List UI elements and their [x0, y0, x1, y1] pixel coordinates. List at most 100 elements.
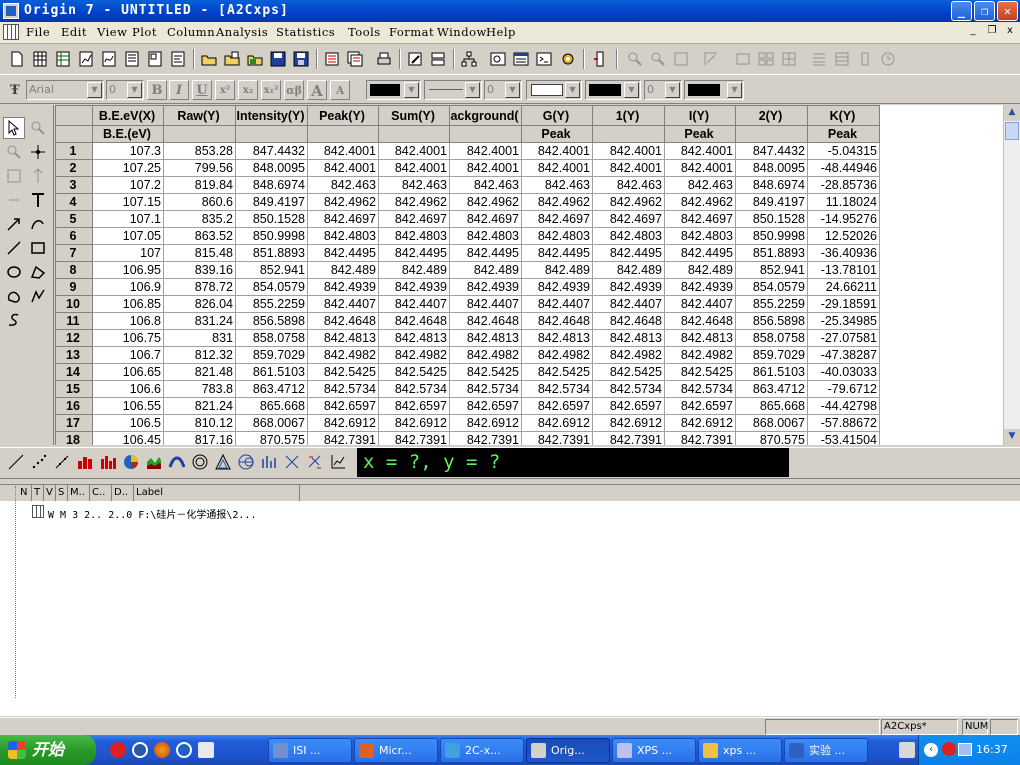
table-cell[interactable]: 865.668 — [735, 397, 808, 415]
table-cell[interactable]: 870.575 — [235, 431, 308, 445]
chevron-down-icon[interactable]: ▼ — [404, 82, 419, 98]
project-explorer-icon[interactable] — [458, 48, 480, 70]
menu-file[interactable]: File — [26, 25, 50, 39]
arrow-tool-icon[interactable] — [3, 213, 25, 235]
table-cell[interactable]: 810.12 — [163, 414, 236, 432]
table-cell[interactable]: 842.4962 — [307, 193, 379, 211]
worksheet-icon[interactable] — [3, 24, 19, 40]
code-builder-icon[interactable] — [533, 48, 555, 70]
table-cell[interactable]: -25.34985 — [807, 312, 880, 330]
column-header[interactable]: 2(Y) — [735, 105, 808, 126]
row-header[interactable]: 8 — [55, 261, 93, 279]
explorer-col-header[interactable]: S — [56, 485, 68, 501]
table-cell[interactable]: 842.4001 — [378, 142, 450, 160]
fill-pattern-select[interactable]: ▼ — [526, 80, 582, 100]
curved-arrow-icon[interactable] — [27, 213, 49, 235]
pointer-icon[interactable] — [3, 117, 25, 139]
explorer-row[interactable]: W M 3 2.. 2..0 F:\硅片－化学通报\2... — [48, 506, 256, 521]
table-cell[interactable]: 842.4495 — [449, 244, 522, 262]
minimize-button[interactable]: _ — [951, 1, 972, 21]
table-cell[interactable]: 854.0579 — [235, 278, 308, 296]
data-reader-icon[interactable] — [27, 165, 49, 187]
taskbar-task[interactable]: ISI ... — [268, 738, 352, 763]
table-cell[interactable]: 11.18024 — [807, 193, 880, 211]
script-window-icon[interactable] — [510, 48, 532, 70]
table-cell[interactable]: 842.463 — [592, 176, 665, 194]
zoom-out-tool-icon[interactable] — [3, 141, 25, 163]
new-worksheet-icon[interactable] — [29, 48, 51, 70]
table-cell[interactable]: 852.941 — [735, 261, 808, 279]
table-cell[interactable]: 848.0095 — [735, 159, 808, 177]
data-selector-icon[interactable] — [3, 189, 25, 211]
table-icon[interactable] — [831, 48, 853, 70]
table-cell[interactable]: 842.463 — [664, 176, 736, 194]
table-cell[interactable]: 842.4001 — [664, 142, 736, 160]
quicklaunch-icon[interactable] — [132, 742, 148, 758]
table-cell[interactable]: 799.56 — [163, 159, 236, 177]
table-cell[interactable]: -47.38287 — [807, 346, 880, 364]
taskbar-task[interactable]: Orig... — [526, 738, 610, 763]
table-cell[interactable]: 851.8893 — [235, 244, 308, 262]
table-cell[interactable]: 861.5103 — [235, 363, 308, 381]
menu-help[interactable]: Help — [486, 25, 516, 39]
table-cell[interactable]: 106.9 — [92, 278, 164, 296]
decrease-font-button[interactable]: A — [330, 80, 350, 100]
table-cell[interactable]: 842.489 — [378, 261, 450, 279]
table-cell[interactable]: 842.4803 — [307, 227, 379, 245]
table-cell[interactable]: 842.4939 — [592, 278, 665, 296]
table-cell[interactable]: 842.4001 — [307, 159, 379, 177]
row-header[interactable]: 14 — [55, 363, 93, 381]
table-cell[interactable]: 842.4697 — [592, 210, 665, 228]
table-cell[interactable]: 842.4495 — [521, 244, 593, 262]
table-cell[interactable]: 831.24 — [163, 312, 236, 330]
taskbar-task[interactable]: XPS ... — [612, 738, 696, 763]
table-cell[interactable]: 842.4962 — [378, 193, 450, 211]
table-cell[interactable]: 842.463 — [378, 176, 450, 194]
table-cell[interactable]: 106.45 — [92, 431, 164, 445]
table-cell[interactable]: 865.668 — [235, 397, 308, 415]
row-header[interactable]: 3 — [55, 176, 93, 194]
column-header[interactable]: Peak(Y) — [307, 105, 379, 126]
network-icon[interactable] — [958, 743, 972, 756]
table-cell[interactable]: 842.4803 — [521, 227, 593, 245]
row-header[interactable]: 6 — [55, 227, 93, 245]
column-label[interactable]: B.E.(eV) — [92, 125, 164, 143]
explorer-splitter[interactable] — [6, 486, 16, 698]
table-cell[interactable]: 842.4697 — [449, 210, 522, 228]
table-cell[interactable]: 859.7029 — [235, 346, 308, 364]
font-name-select[interactable]: Arial ▼ — [26, 80, 104, 100]
table-cell[interactable]: 850.1528 — [735, 210, 808, 228]
merge-icon[interactable] — [755, 48, 777, 70]
table-cell[interactable]: 831 — [163, 329, 236, 347]
table-cell[interactable]: 842.4939 — [521, 278, 593, 296]
row-header[interactable]: 15 — [55, 380, 93, 398]
table-cell[interactable]: -29.18591 — [807, 295, 880, 313]
table-cell[interactable]: 868.0067 — [235, 414, 308, 432]
table-cell[interactable]: 107.3 — [92, 142, 164, 160]
import-multiple-icon[interactable] — [344, 48, 366, 70]
menu-tools[interactable]: Tools — [348, 25, 381, 39]
table-cell[interactable]: 848.6974 — [735, 176, 808, 194]
freehand-tool-icon[interactable] — [3, 309, 25, 331]
maximize-button[interactable]: ❐ — [974, 1, 995, 21]
line-symbol-plot-icon[interactable] — [51, 451, 73, 473]
table-cell[interactable]: 863.52 — [163, 227, 236, 245]
table-cell[interactable]: 842.5734 — [307, 380, 379, 398]
column-label[interactable] — [449, 125, 522, 143]
table-cell[interactable]: 842.4962 — [449, 193, 522, 211]
extract-icon[interactable] — [778, 48, 800, 70]
table-cell[interactable]: 859.7029 — [735, 346, 808, 364]
chevron-down-icon[interactable]: ▼ — [665, 82, 680, 98]
bold-button[interactable]: B — [147, 80, 167, 100]
scroll-thumb[interactable] — [1005, 122, 1019, 140]
table-cell[interactable]: 848.6974 — [235, 176, 308, 194]
column-label[interactable] — [307, 125, 379, 143]
table-cell[interactable]: 812.32 — [163, 346, 236, 364]
table-cell[interactable]: 842.4962 — [592, 193, 665, 211]
table-cell[interactable]: 855.2259 — [235, 295, 308, 313]
table-cell[interactable]: 842.5734 — [521, 380, 593, 398]
table-cell[interactable]: 842.489 — [307, 261, 379, 279]
table-cell[interactable]: 842.4939 — [378, 278, 450, 296]
line-plot-icon[interactable] — [5, 451, 27, 473]
zoom-out-icon[interactable] — [647, 48, 669, 70]
